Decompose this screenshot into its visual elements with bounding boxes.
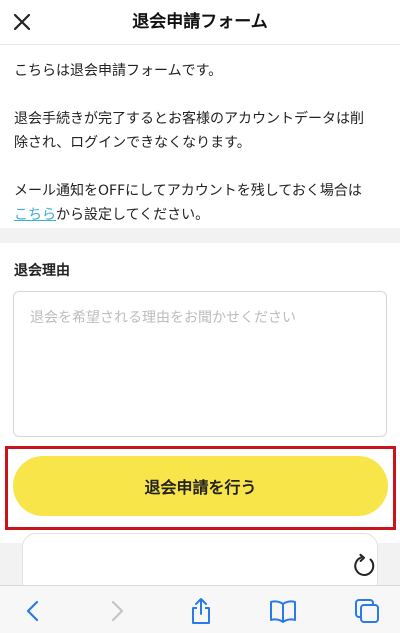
next-card — [22, 533, 378, 593]
settings-link[interactable]: こちら — [14, 207, 56, 223]
header-bar: 退会申請フォーム — [0, 0, 400, 45]
back-icon — [26, 600, 39, 622]
intro-line-1: こちらは退会申請フォームです。 — [14, 63, 223, 79]
bookmarks-button[interactable] — [268, 596, 298, 626]
forward-button[interactable] — [102, 596, 132, 626]
reload-button[interactable] — [350, 552, 378, 580]
intro-line-2a: 退会手続きが完了するとお客様のアカウントデータは削 — [14, 111, 364, 127]
bookmarks-icon — [270, 600, 296, 623]
page: 退会申請フォーム こちらは退会申請フォームです。 退会手続きが完了するとお客様の… — [0, 0, 400, 633]
back-button[interactable] — [18, 596, 48, 626]
intro-section: こちらは退会申請フォームです。 退会手続きが完了するとお客様のアカウントデータは… — [0, 45, 400, 228]
share-button[interactable] — [186, 596, 216, 626]
tabs-button[interactable] — [352, 596, 382, 626]
reason-textarea[interactable] — [13, 291, 387, 437]
share-icon — [192, 598, 210, 624]
browser-toolbar — [0, 585, 400, 633]
page-title: 退会申請フォーム — [132, 12, 268, 32]
intro-line-4: こちらから設定してください。 — [14, 203, 386, 227]
intro-line-2b: 除され、ログインできなくなります。 — [14, 135, 251, 151]
forward-icon — [111, 600, 124, 622]
reason-label: 退会理由 — [14, 263, 70, 279]
intro-line-3: メール通知をOFFにしてアカウントを残しておく場合は — [14, 183, 362, 199]
reload-icon — [354, 553, 375, 576]
tabs-icon — [355, 599, 379, 623]
submit-button[interactable]: 退会申請を行う — [13, 456, 388, 516]
intro-line-4-rest: から設定してください。 — [56, 207, 210, 223]
